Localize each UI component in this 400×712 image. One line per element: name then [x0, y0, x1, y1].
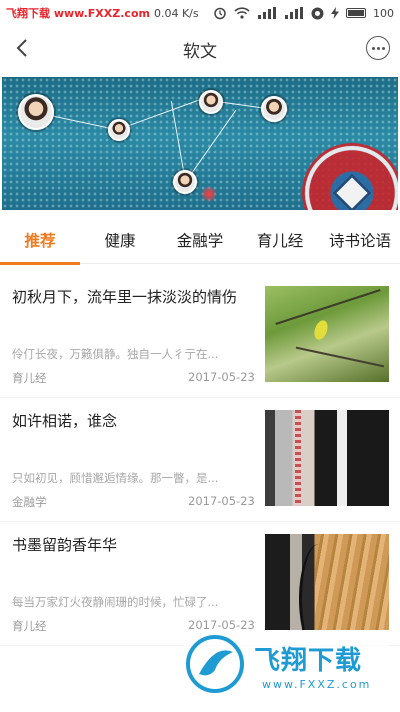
- banner-highlight: [202, 187, 216, 201]
- network-speed: 0.04 K/s: [153, 6, 199, 20]
- page-title: 软文: [183, 41, 217, 62]
- category-tabs: 推荐 健康 金融学 育儿经 诗书论语: [0, 216, 400, 265]
- article-thumbnail: [265, 534, 389, 630]
- article-thumbnail: [265, 410, 389, 506]
- thumbnail-detail: [295, 346, 385, 368]
- tab-poetry[interactable]: 诗书论语: [320, 216, 400, 264]
- notification-icon: [311, 7, 324, 20]
- back-button[interactable]: [8, 34, 36, 62]
- more-dot: [381, 46, 385, 50]
- article-item[interactable]: 如许相诺，谁念 只如初见，顾惜邂逅情缘。那一瞥，是... 金融学 2017-05…: [0, 398, 400, 522]
- article-summary: 伶仃长夜，万籁俱静。独自一人彳亍在...: [12, 347, 219, 361]
- article-summary: 每当万家灯火夜静闹珊的时候，忙碌了...: [12, 595, 219, 609]
- banner-avatar: [199, 90, 223, 114]
- article-list: 初秋月下，流年里一抹淡淡的情伤 伶仃长夜，万籁俱静。独自一人彳亍在... 育儿经…: [0, 274, 400, 646]
- tab-recommend[interactable]: 推荐: [0, 216, 80, 265]
- alarm-icon: [213, 6, 227, 20]
- article-summary: 只如初见，顾惜邂逅情缘。那一瞥，是...: [12, 471, 219, 485]
- article-category: 育儿经: [12, 371, 47, 385]
- thumbnail-detail: [311, 318, 331, 342]
- signal-icon-2: [284, 7, 304, 19]
- article-date: 2017-05-23: [188, 494, 255, 508]
- watermark-logo-text: 飞翔下载: [254, 646, 363, 676]
- article-title: 书墨留韵香年华: [12, 536, 118, 554]
- article-title: 如许相诺，谁念: [12, 412, 118, 430]
- banner-avatar: [173, 170, 197, 194]
- status-bar: 飞翔下载 www.FXXZ.com 0.04 K/s 100: [0, 0, 400, 26]
- tab-parenting[interactable]: 育儿经: [240, 216, 320, 264]
- banner-image[interactable]: [2, 77, 398, 210]
- wifi-icon: [234, 7, 250, 19]
- signal-icon: [257, 7, 277, 19]
- article-date: 2017-05-23: [188, 618, 255, 632]
- chevron-left-icon: [16, 39, 27, 57]
- article-title: 初秋月下，流年里一抹淡淡的情伤: [12, 288, 238, 306]
- article-item[interactable]: 初秋月下，流年里一抹淡淡的情伤 伶仃长夜，万籁俱静。独自一人彳亍在... 育儿经…: [0, 274, 400, 398]
- more-button[interactable]: [366, 36, 390, 60]
- thumbnail-detail: [295, 410, 301, 506]
- watermark-url: www.FXXZ.com: [262, 678, 372, 691]
- article-thumbnail: [265, 286, 389, 382]
- article-item[interactable]: 书墨留韵香年华 每当万家灯火夜静闹珊的时候，忙碌了... 育儿经 2017-05…: [0, 522, 400, 646]
- banner-avatar: [18, 94, 54, 130]
- article-category: 育儿经: [12, 619, 47, 633]
- tab-finance[interactable]: 金融学: [160, 216, 240, 264]
- article-date: 2017-05-23: [188, 370, 255, 384]
- watermark-top-left: 飞翔下载 www.FXXZ.com: [6, 7, 150, 20]
- status-icons: 100: [213, 6, 394, 20]
- app-header: 软文: [0, 26, 400, 72]
- tab-health[interactable]: 健康: [80, 216, 160, 264]
- battery-icon: [346, 8, 366, 18]
- more-dots-icon: [371, 46, 375, 50]
- more-dot: [376, 46, 380, 50]
- battery-level: 100: [373, 6, 394, 20]
- watermark-logo-icon: [186, 635, 244, 693]
- thumbnail-detail: [275, 289, 381, 325]
- charging-icon: [331, 7, 339, 19]
- article-category: 金融学: [12, 495, 47, 509]
- banner-avatar: [108, 119, 130, 141]
- banner-avatar: [261, 96, 287, 122]
